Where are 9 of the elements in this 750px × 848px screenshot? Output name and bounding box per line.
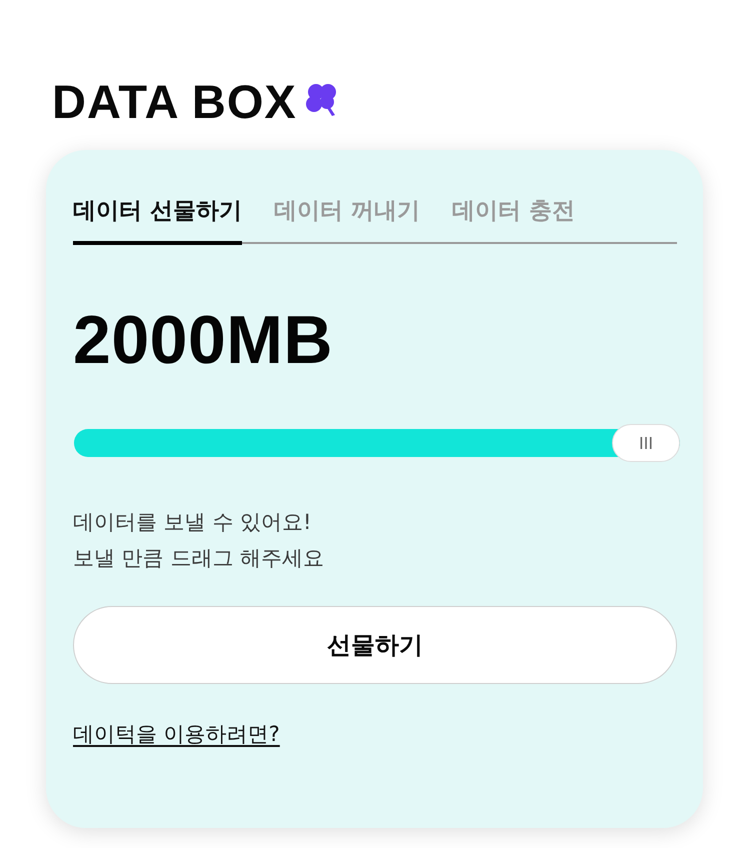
instruction-text: 데이터를 보낼 수 있어요! 보낼 만큼 드래그 해주세요: [73, 508, 326, 572]
logo-text: DATA BOX: [52, 78, 297, 124]
tab[interactable]: 데이터 선물하기: [73, 194, 242, 245]
grip-icon: [640, 436, 652, 449]
gift-button[interactable]: 선물하기: [73, 606, 677, 684]
clover-icon: [304, 83, 339, 119]
slider-thumb[interactable]: [612, 424, 680, 462]
help-link[interactable]: 데이턱을 이용하려면?: [73, 720, 280, 748]
amount-text: 2000MB: [73, 306, 334, 374]
